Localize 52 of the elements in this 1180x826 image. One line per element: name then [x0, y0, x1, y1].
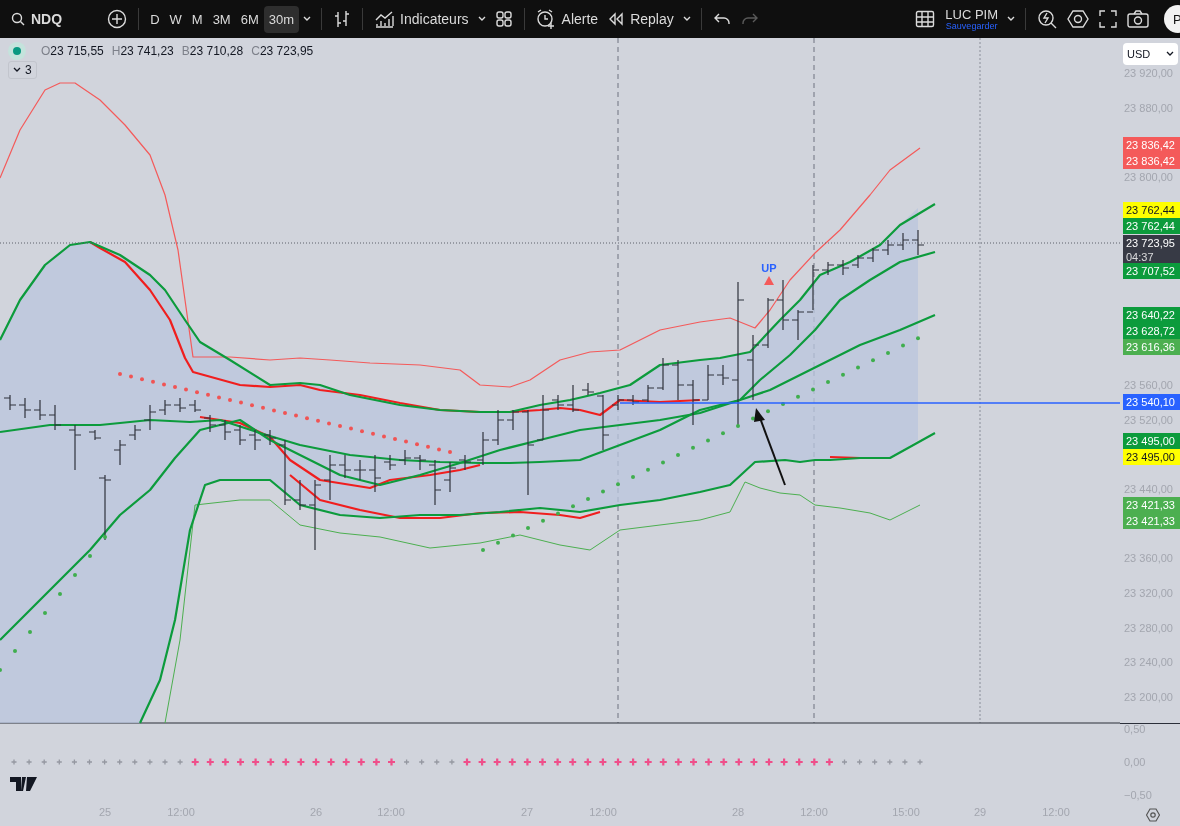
lightning-search-icon[interactable] — [1037, 9, 1057, 29]
legend-label: C — [251, 44, 260, 58]
logo-icon[interactable] — [10, 777, 37, 791]
replay-button[interactable]: Replay — [603, 7, 679, 31]
legend-label: O — [41, 44, 51, 58]
alarm-clock-icon[interactable] — [535, 9, 556, 29]
price-tag: 23 540,10 — [1123, 394, 1180, 411]
plus-circle-icon[interactable] — [107, 9, 128, 29]
grid-icon[interactable] — [494, 10, 513, 28]
price-tag: 23 616,36 — [1123, 339, 1180, 356]
legend-value: 23 710,28 — [189, 44, 244, 58]
search-icon[interactable] — [11, 12, 25, 26]
rewind-icon[interactable] — [608, 12, 625, 26]
chevron-icon — [1166, 51, 1174, 57]
ohlc-bars-icon[interactable] — [333, 9, 352, 29]
fullscreen-icon[interactable] — [1099, 10, 1117, 28]
interval-tab[interactable]: 30m — [263, 5, 300, 33]
price-tag: 23 640,22 — [1123, 307, 1180, 324]
table-grid-icon[interactable] — [915, 10, 936, 28]
price-tag: 23 762,44 — [1123, 201, 1180, 218]
interval-tab[interactable]: D — [145, 5, 165, 33]
arrow[interactable] — [754, 408, 786, 486]
layout-save-button[interactable]: LUC PIM Sauvegarder — [940, 3, 1003, 35]
price-tag: 23 836,42 — [1123, 153, 1180, 170]
alert-button[interactable]: Alerte — [530, 5, 604, 33]
countdown: 04:37 — [1126, 250, 1155, 263]
interval-tab[interactable]: W — [164, 5, 187, 33]
chart-line-icon[interactable] — [374, 10, 395, 28]
interval-tab[interactable]: M — [186, 5, 208, 33]
legend-label: B — [181, 44, 190, 58]
currency-dropdown[interactable]: USD — [1123, 43, 1178, 65]
interval-tab[interactable]: 3M — [207, 5, 236, 33]
price-tag: 23 836,42 — [1123, 137, 1180, 154]
legend-label: H — [111, 44, 121, 58]
price-tag: 23 421,33 — [1123, 497, 1180, 514]
legend-value: 23 741,23 — [120, 44, 174, 58]
indicators-button[interactable]: Indicateurs — [369, 6, 474, 32]
collapse-indicators-button[interactable]: 3 — [8, 61, 37, 79]
price-tag: 23 495,00 — [1123, 449, 1180, 466]
triangle-icon — [764, 276, 774, 285]
camera-icon[interactable] — [1127, 10, 1149, 28]
price-tag: 23 421,33 — [1123, 513, 1180, 530]
price-tag-value: 23 723,95 — [1126, 235, 1176, 251]
legend-value: 23 715,55 — [50, 44, 104, 58]
signal-label: UP — [761, 262, 777, 274]
price-tag: 23 628,72 — [1123, 323, 1180, 340]
symbol-search-button[interactable]: NDQ — [6, 7, 103, 31]
price-tag: 23 495,00 — [1123, 433, 1180, 450]
interval-tab[interactable]: 6M — [235, 5, 264, 33]
undo-icon[interactable] — [712, 12, 731, 26]
legend-value: 23 723,95 — [259, 44, 314, 58]
chevron-icon — [13, 67, 21, 73]
